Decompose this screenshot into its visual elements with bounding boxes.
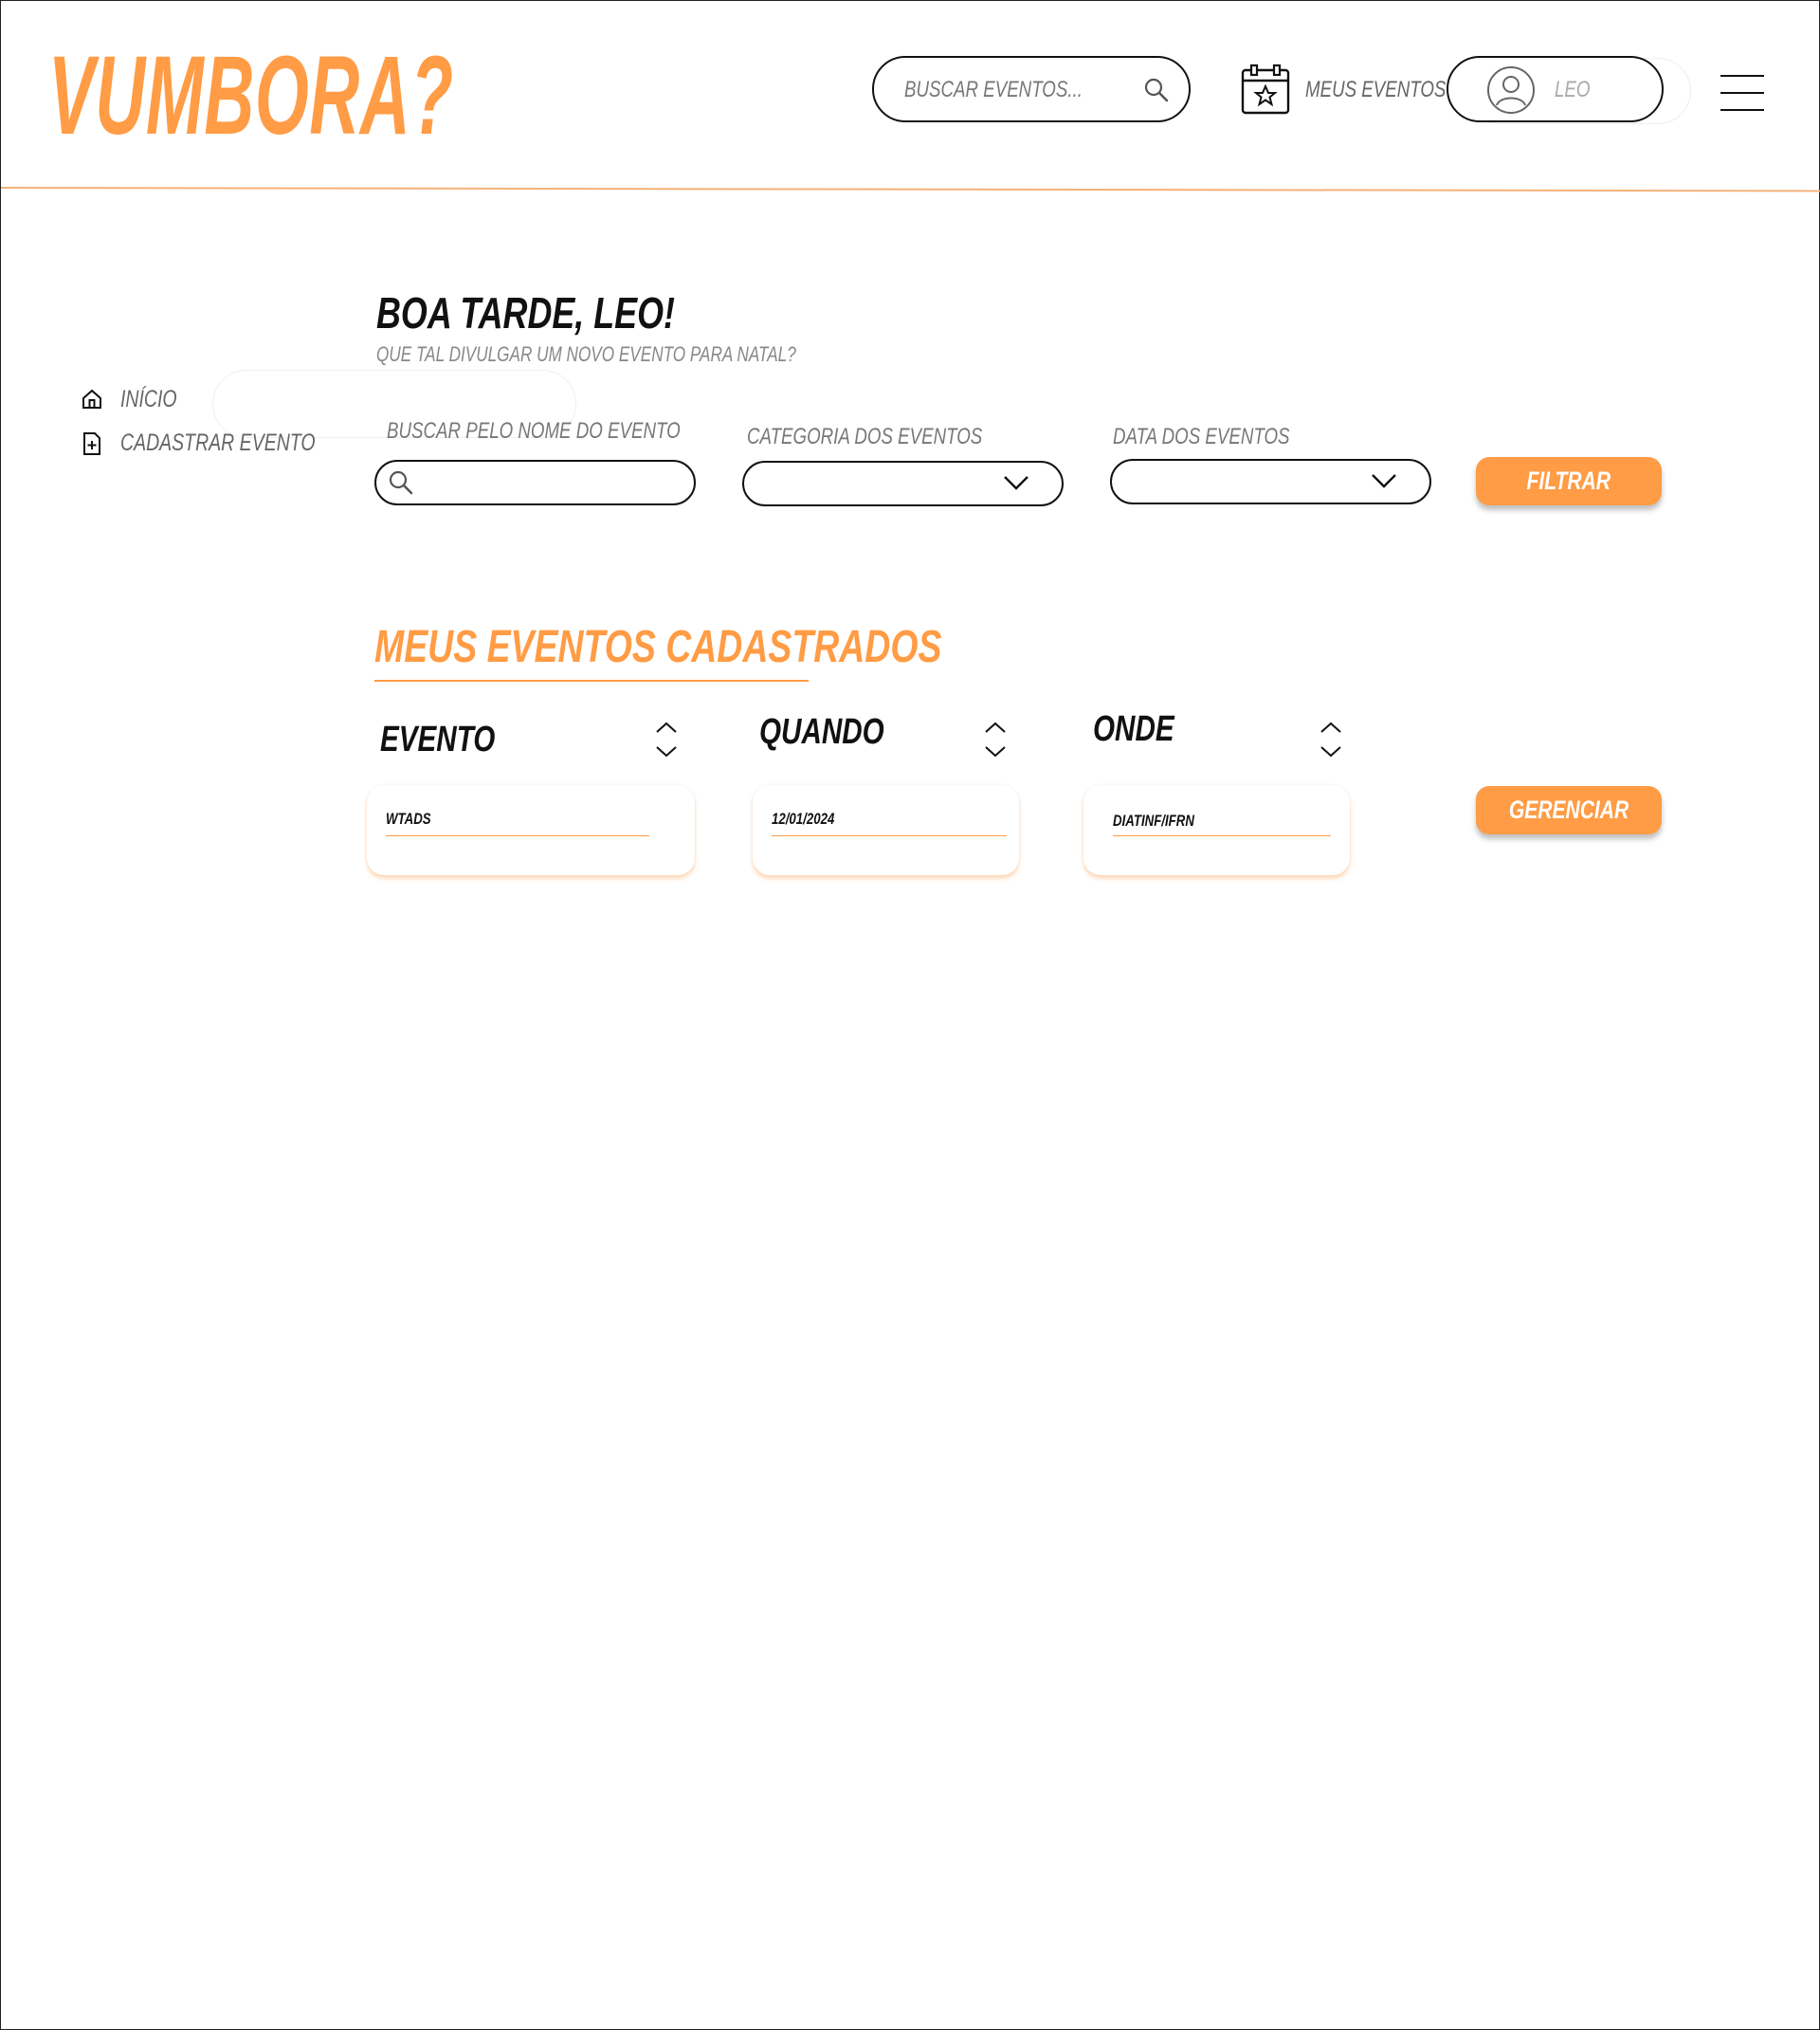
event-location-value: DIATINF/IFRN	[1113, 812, 1194, 830]
cell-underline	[772, 835, 1007, 836]
date-select[interactable]	[1110, 459, 1431, 504]
event-name-value: WTADS	[386, 810, 431, 828]
header-search-placeholder: BUSCAR EVENTOS...	[904, 77, 1083, 102]
section-title: MEUS EVENTOS CADASTRADOS	[374, 622, 942, 672]
sidebar-item-label: CADASTRAR EVENTO	[120, 430, 316, 456]
hamburger-menu-icon[interactable]	[1720, 75, 1764, 111]
table-cell-onde[interactable]: DIATINF/IFRN	[1083, 785, 1350, 875]
page-subtitle: QUE TAL DIVULGAR UM NOVO EVENTO PARA NAT…	[376, 342, 796, 366]
event-name-search-input[interactable]	[374, 460, 696, 505]
sidebar-item-label: INÍCIO	[120, 386, 177, 412]
user-menu[interactable]: LEO	[1447, 56, 1664, 122]
calendar-star-icon	[1241, 64, 1290, 119]
filter-button[interactable]: FILTRAR	[1476, 457, 1662, 505]
user-name: LEO	[1555, 77, 1591, 102]
manage-button-label: GERENCIAR	[1508, 796, 1629, 824]
file-plus-icon	[81, 431, 103, 461]
my-events-label: MEUS EVENTOS	[1305, 77, 1447, 102]
chevron-down-icon	[1003, 474, 1029, 496]
sort-onde-icon[interactable]	[1319, 719, 1343, 760]
sort-evento-icon[interactable]	[654, 719, 679, 760]
name-filter-label: BUSCAR PELO NOME DO EVENTO	[387, 418, 681, 444]
date-filter-label: DATA DOS EVENTOS	[1113, 424, 1290, 449]
table-cell-quando[interactable]: 12/01/2024	[753, 785, 1019, 875]
column-header-evento: EVENTO	[380, 720, 496, 759]
logo[interactable]: VUMBORA?	[48, 39, 454, 153]
cell-underline	[1113, 835, 1331, 836]
header-divider	[0, 187, 1820, 192]
column-header-onde: ONDE	[1093, 709, 1174, 749]
table-cell-evento[interactable]: WTADS	[367, 785, 695, 875]
chevron-down-icon	[1371, 472, 1397, 494]
page-frame: VUMBORA? BUSCAR EVENTOS... MEUS EVENTOS	[0, 0, 1820, 2030]
home-icon	[81, 388, 103, 415]
search-icon	[388, 469, 414, 501]
category-filter-label: CATEGORIA DOS EVENTOS	[747, 424, 983, 449]
category-select[interactable]	[742, 461, 1064, 506]
header-search[interactable]: BUSCAR EVENTOS...	[872, 56, 1191, 122]
column-header-quando: QUANDO	[759, 712, 884, 752]
user-avatar-icon	[1486, 65, 1536, 119]
section-title-underline	[374, 680, 809, 682]
cell-underline	[386, 835, 649, 836]
event-date-value: 12/01/2024	[772, 810, 835, 828]
sort-quando-icon[interactable]	[983, 719, 1008, 760]
my-events-link[interactable]: MEUS EVENTOS	[1241, 64, 1446, 119]
manage-button[interactable]: GERENCIAR	[1476, 786, 1662, 834]
search-icon[interactable]	[1143, 77, 1170, 108]
filter-button-label: FILTRAR	[1526, 466, 1611, 495]
page-title: BOA TARDE, LEO!	[376, 288, 675, 338]
